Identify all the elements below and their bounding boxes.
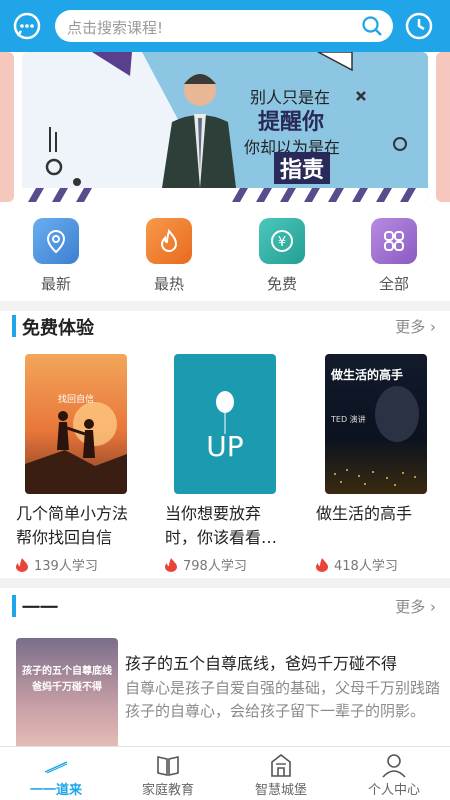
section-accent-bar [12,315,16,337]
course-title: 当你想要放弃时，你该看看… [165,504,278,547]
tab-profile[interactable]: 个人中心 [338,747,450,800]
yen-coin-icon: ¥ [259,218,305,264]
cover-caption: UP [206,430,244,463]
banner-line-2: 提醒你 [258,110,325,135]
tab-label: 智慧城堡 [254,783,307,798]
course-title: 几个简单小方法帮你找回自信 [16,504,129,547]
tab-label: 家庭教育 [141,783,194,798]
chevron-right-icon: › [430,598,436,616]
course-card[interactable]: 做生活的高手 TED 演讲 做生活的高手 418人学习 [316,354,436,574]
tab-label: 一一道来 [29,783,82,798]
person-icon [382,754,406,778]
banner-artwork [22,52,428,202]
learner-count: 418人学习 [316,555,436,574]
fire-icon [165,557,177,572]
article-title[interactable]: 孩子的五个自尊底线，爸妈千万碰不得 [125,650,440,674]
history-clock-icon[interactable] [404,11,434,41]
castle-icon [271,753,291,777]
article-thumbnail[interactable]: 孩子的五个自尊底线 爸妈千万碰不得 [16,638,118,753]
course-cover: UP [174,354,276,494]
section-title: 一一 [22,598,58,619]
category-label: 免费 [266,275,297,293]
home-icon [44,761,68,774]
more-label: 更多 [395,318,426,336]
category-label: 最新 [40,275,71,293]
course-card[interactable]: UP 当你想要放弃时，你该看看… 798人学习 [165,354,285,574]
thumbnail-caption-1: 孩子的五个自尊底线 [22,666,112,677]
banner-slide[interactable]: 别人只是在 提醒你 你却以为是在 指责 [22,52,428,202]
learner-count-text: 139人学习 [34,559,98,574]
banner-line-4: 指责 [274,152,331,184]
balloon-illustration [216,391,234,434]
article-section-header: 一一 更多 › [0,591,450,621]
banner-carousel[interactable]: 别人只是在 提醒你 你却以为是在 指责 [0,52,450,204]
course-title: 做生活的高手 [316,504,413,523]
tab-family-education[interactable]: 家庭教育 [112,747,224,800]
article-description: 自尊心是孩子自爱自强的基础，父母千万别践踏孩子的自尊心，会给孩子留下一辈子的阴影… [125,679,441,720]
chevron-right-icon: › [430,318,436,336]
book-icon [157,756,179,776]
location-pin-icon [33,218,79,264]
cover-subcaption: TED 演讲 [331,415,366,424]
svg-text:¥: ¥ [278,235,286,250]
thumbnail-caption-2: 爸妈千万碰不得 [32,682,102,693]
bottom-tab-bar: 一一道来 家庭教育 智慧城堡 个人中心 [0,746,450,800]
more-link[interactable]: 更多 › [395,316,436,337]
search-input[interactable]: 点击搜索课程! [67,17,163,38]
flame-icon [146,218,192,264]
learner-count: 139人学习 [16,555,136,574]
banner-prev-peek [0,52,14,202]
category-hottest[interactable]: 最热 [129,215,209,294]
tab-wisdom-castle[interactable]: 智慧城堡 [225,747,337,800]
category-newest[interactable]: 最新 [16,215,96,294]
section-title: 免费体验 [22,318,94,339]
course-card[interactable]: 找回自信 几个简单小方法帮你找回自信 139人学习 [16,354,136,574]
section-accent-bar [12,595,16,617]
learner-count: 798人学习 [165,555,285,574]
tab-home[interactable]: 一一道来 [0,747,112,800]
free-section-header: 免费体验 更多 › [0,311,450,341]
category-free[interactable]: ¥ 免费 [242,215,322,294]
banner-next-peek [436,52,450,202]
search-bar[interactable]: 点击搜索课程! [55,10,393,42]
top-bar: 点击搜索课程! [0,0,450,52]
cover-caption: 做生活的高手 [331,368,404,382]
course-cover: 找回自信 [25,354,127,494]
section-divider [0,578,450,588]
fire-icon [16,557,28,572]
learner-count-text: 798人学习 [183,559,247,574]
more-label: 更多 [395,598,426,616]
course-cover: 做生活的高手 TED 演讲 [325,354,427,494]
category-label: 全部 [378,275,409,293]
message-icon[interactable] [12,11,42,41]
tab-label: 个人中心 [367,783,420,798]
more-link[interactable]: 更多 › [395,596,436,617]
grid-icon [371,218,417,264]
cover-caption: 找回自信 [57,395,94,405]
search-icon[interactable] [361,15,383,37]
learner-count-text: 418人学习 [334,559,398,574]
hikers-illustration [25,402,127,494]
fire-icon [316,557,328,572]
category-row: 最新 最热 ¥ 免费 全部 [0,215,450,295]
category-all[interactable]: 全部 [354,215,434,294]
section-divider [0,301,450,311]
category-label: 最热 [153,275,184,293]
